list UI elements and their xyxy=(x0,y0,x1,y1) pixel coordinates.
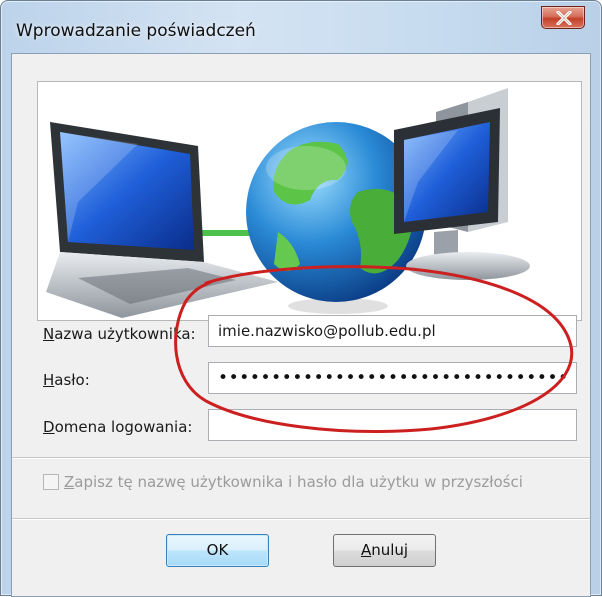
domain-label: Domena logowania: xyxy=(43,418,193,436)
domain-field[interactable] xyxy=(208,409,577,441)
network-illustration xyxy=(46,88,530,318)
password-field[interactable]: ••••••••••••••••••••••••••••••••• xyxy=(208,362,577,394)
separator xyxy=(12,457,590,459)
title-bar[interactable]: Wprowadzanie poświadczeń xyxy=(1,1,601,49)
network-banner xyxy=(37,81,582,321)
credentials-dialog: Wprowadzanie poświadczeń Nazwa użytkowni… xyxy=(0,0,602,597)
window-title: Wprowadzanie poświadczeń xyxy=(16,21,256,41)
ok-button[interactable]: OK xyxy=(166,534,269,567)
laptop-icon xyxy=(46,122,278,318)
cancel-button[interactable]: Anuluj xyxy=(333,534,436,567)
password-label: Hasło: xyxy=(43,371,90,389)
close-button[interactable] xyxy=(541,6,585,29)
separator xyxy=(12,518,590,520)
close-icon xyxy=(556,11,572,25)
remember-label: Zapisz tę nazwę użytkownika i hasło dla … xyxy=(64,473,523,491)
remember-checkbox[interactable] xyxy=(43,474,59,490)
username-label: Nazwa użytkownika: xyxy=(43,325,196,343)
username-field[interactable]: imie.nazwisko@pollub.edu.pl xyxy=(208,315,577,347)
dialog-client-area: Nazwa użytkownika: imie.nazwisko@pollub.… xyxy=(11,53,591,597)
